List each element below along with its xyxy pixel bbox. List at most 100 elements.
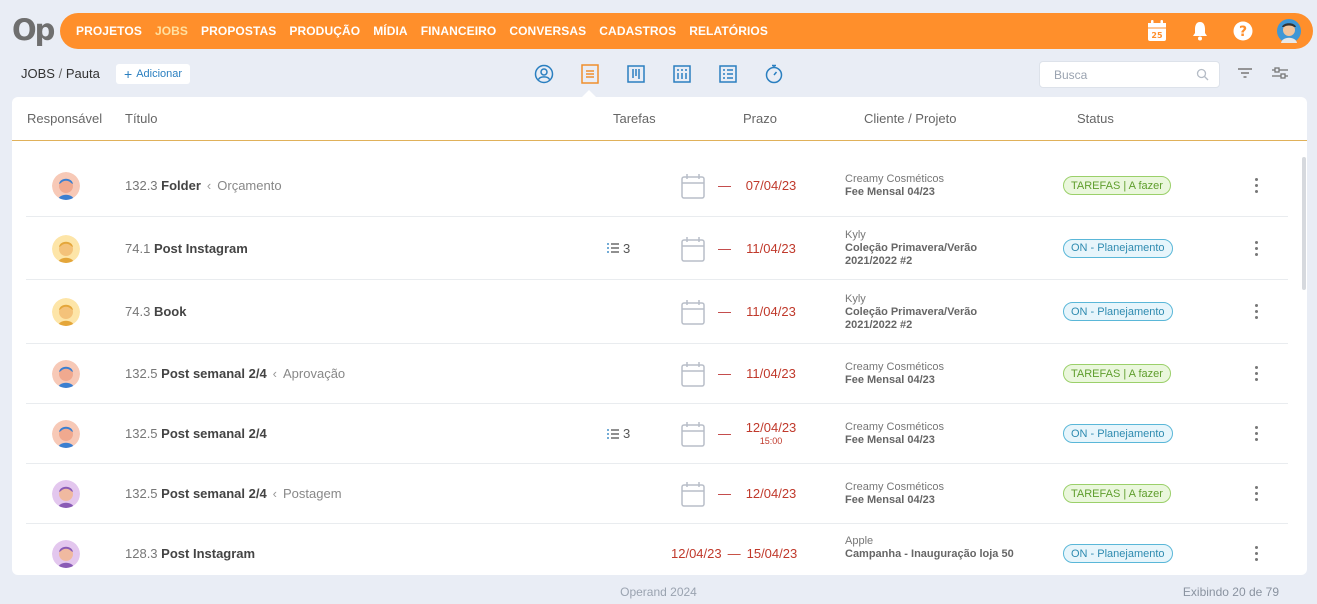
grid-board-view-icon[interactable]	[671, 63, 693, 85]
more-options-icon[interactable]	[1253, 486, 1259, 504]
more-options-icon[interactable]	[1253, 304, 1259, 322]
job-code: 132.5	[125, 486, 158, 501]
table-row[interactable]: 132.5 Post semanal 2/4 ‹ Aprovação — 11/04/2…	[26, 344, 1288, 404]
table-row[interactable]: 132.3 Folder ‹ Orçamento — 07/04/23 Creamy Co…	[26, 155, 1288, 217]
deadline-dash: —	[718, 178, 731, 193]
nav-item-conversas[interactable]: CONVERSAS	[509, 24, 586, 38]
search-input[interactable]	[1040, 62, 1190, 87]
client-project-cell[interactable]: Creamy Cosméticos Fee Mensal 04/23	[845, 481, 1015, 507]
deadline-date[interactable]: 11/04/23	[743, 366, 799, 381]
user-view-icon[interactable]	[533, 63, 555, 85]
deadline-date[interactable]: 12/04/23	[743, 486, 799, 501]
assignee-avatar[interactable]	[52, 480, 80, 508]
task-count-value: 3	[623, 426, 631, 441]
client-project-cell[interactable]: Creamy Cosméticos Fee Mensal 04/23	[845, 173, 1015, 199]
assignee-avatar[interactable]	[52, 360, 80, 388]
header-cliente-projeto[interactable]: Cliente / Projeto	[864, 111, 957, 126]
calendar-icon[interactable]	[681, 236, 705, 267]
header-tarefas[interactable]: Tarefas	[613, 111, 656, 126]
nav-item-relatorios[interactable]: RELATÓRIOS	[689, 24, 768, 38]
list-view-icon[interactable]	[579, 63, 601, 85]
project-name: Coleção Primavera/Verão 2021/2022 #2	[845, 242, 978, 267]
client-project-cell[interactable]: Creamy Cosméticos Fee Mensal 04/23	[845, 361, 1015, 387]
status-badge[interactable]: TAREFAS | A fazer	[1063, 176, 1171, 195]
table-row[interactable]: 74.1 Post Instagram 3 — 11/04/23 Kyly Coleção…	[26, 217, 1288, 280]
user-avatar[interactable]	[1277, 19, 1301, 43]
calendar-icon[interactable]	[681, 299, 705, 330]
deadline-date[interactable]: 12/04/23 15:00	[743, 420, 799, 446]
job-title[interactable]: Folder	[161, 178, 201, 193]
deadline-end: 15/04/23	[746, 546, 798, 561]
calendar-icon[interactable]	[681, 173, 705, 204]
filter-icon[interactable]	[1237, 66, 1253, 85]
nav-item-producao[interactable]: PRODUÇÃO	[289, 24, 360, 38]
board-view-icon[interactable]	[625, 63, 647, 85]
status-badge[interactable]: ON - Planejamento	[1063, 238, 1173, 258]
bell-icon[interactable]	[1191, 21, 1209, 41]
assignee-avatar[interactable]	[52, 234, 80, 263]
project-name: Fee Mensal 04/23	[845, 494, 935, 506]
table-row[interactable]: 74.3 Book — 11/04/23 Kyly Coleção Primavera/…	[26, 280, 1288, 344]
nav-item-cadastros[interactable]: CADASTROS	[599, 24, 676, 38]
settings-sliders-icon[interactable]	[1271, 66, 1289, 85]
project-name: Campanha - Inauguração loja 50	[845, 547, 1014, 560]
client-project-cell[interactable]: Apple Campanha - Inauguração loja 50	[845, 535, 1015, 561]
task-count[interactable]: 3	[607, 426, 630, 441]
header-prazo[interactable]: Prazo	[743, 111, 777, 126]
more-options-icon[interactable]	[1253, 178, 1259, 196]
add-button[interactable]: + Adicionar	[116, 64, 191, 84]
table-row[interactable]: 128.3 Post Instagram 12/04/23 — 15/04/23 App…	[26, 524, 1288, 575]
deadline-date[interactable]: 07/04/23	[743, 178, 799, 193]
job-title[interactable]: Post semanal 2/4	[161, 486, 267, 501]
header-responsavel[interactable]: Responsável	[27, 111, 102, 126]
client-project-cell[interactable]: Creamy Cosméticos Fee Mensal 04/23	[845, 421, 1015, 447]
status-badge[interactable]: TAREFAS | A fazer	[1063, 484, 1171, 503]
app-logo[interactable]: Op	[12, 12, 55, 48]
client-name: Kyly	[845, 229, 866, 241]
more-options-icon[interactable]	[1253, 240, 1259, 259]
checklist-view-icon[interactable]	[717, 63, 739, 85]
job-title[interactable]: Post Instagram	[154, 241, 248, 256]
status-badge[interactable]: ON - Planejamento	[1063, 302, 1173, 321]
calendar-icon[interactable]: 25	[1147, 20, 1167, 42]
status-badge[interactable]: ON - Planejamento	[1063, 544, 1173, 563]
assignee-avatar[interactable]	[52, 172, 80, 200]
header-titulo[interactable]: Título	[125, 111, 158, 126]
job-title[interactable]: Post Instagram	[161, 546, 255, 561]
scrollbar[interactable]	[1302, 157, 1306, 290]
help-icon[interactable]: ?	[1233, 21, 1253, 41]
client-project-cell[interactable]: Kyly Coleção Primavera/Verão 2021/2022 #2	[845, 293, 1015, 332]
status-badge[interactable]: TAREFAS | A fazer	[1063, 364, 1171, 383]
task-count-value: 3	[623, 240, 631, 256]
assignee-avatar[interactable]	[52, 420, 80, 448]
more-options-icon[interactable]	[1253, 546, 1259, 564]
job-title[interactable]: Post semanal 2/4	[161, 366, 267, 381]
search-icon[interactable]	[1196, 68, 1209, 86]
timer-view-icon[interactable]	[763, 63, 785, 85]
header-status[interactable]: Status	[1077, 111, 1114, 126]
nav-item-propostas[interactable]: PROPOSTAS	[201, 24, 276, 38]
table-row[interactable]: 132.5 Post semanal 2/4 3 — 12/04/23 15:00 Cre…	[26, 404, 1288, 464]
job-title[interactable]: Post semanal 2/4	[161, 426, 267, 441]
more-options-icon[interactable]	[1253, 366, 1259, 384]
deadline-range[interactable]: 12/04/23 — 15/04/23	[671, 546, 797, 561]
deadline-date[interactable]: 11/04/23	[743, 304, 799, 319]
nav-item-financeiro[interactable]: FINANCEIRO	[421, 24, 497, 38]
nav-item-projetos[interactable]: PROJETOS	[76, 24, 142, 38]
task-count[interactable]: 3	[607, 241, 630, 256]
calendar-icon[interactable]	[681, 481, 705, 512]
assignee-avatar[interactable]	[52, 540, 80, 568]
job-title[interactable]: Book	[154, 304, 187, 319]
status-badge[interactable]: ON - Planejamento	[1063, 424, 1173, 443]
assignee-avatar[interactable]	[52, 298, 80, 326]
table-row[interactable]: 132.5 Post semanal 2/4 ‹ Postagem — 12/04/23…	[26, 464, 1288, 524]
job-stage: Orçamento	[217, 178, 282, 193]
nav-item-midia[interactable]: MÍDIA	[373, 24, 408, 38]
nav-item-jobs[interactable]: JOBS	[155, 24, 188, 38]
more-options-icon[interactable]	[1253, 426, 1259, 444]
breadcrumb-section[interactable]: JOBS	[21, 66, 55, 81]
client-project-cell[interactable]: Kyly Coleção Primavera/Verão 2021/2022 #2	[845, 229, 1015, 268]
calendar-icon[interactable]	[681, 361, 705, 392]
deadline-date[interactable]: 11/04/23	[743, 241, 799, 256]
calendar-icon[interactable]	[681, 421, 705, 452]
